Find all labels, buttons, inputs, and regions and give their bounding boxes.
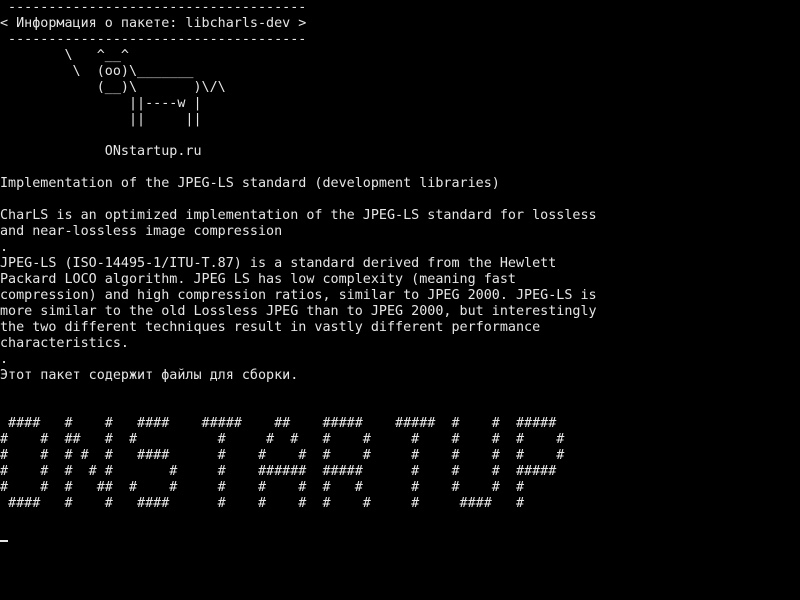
text-cursor [0, 540, 8, 542]
terminal-screen[interactable]: ------------------------------------- < … [0, 0, 800, 600]
terminal-output: ------------------------------------- < … [0, 0, 597, 511]
